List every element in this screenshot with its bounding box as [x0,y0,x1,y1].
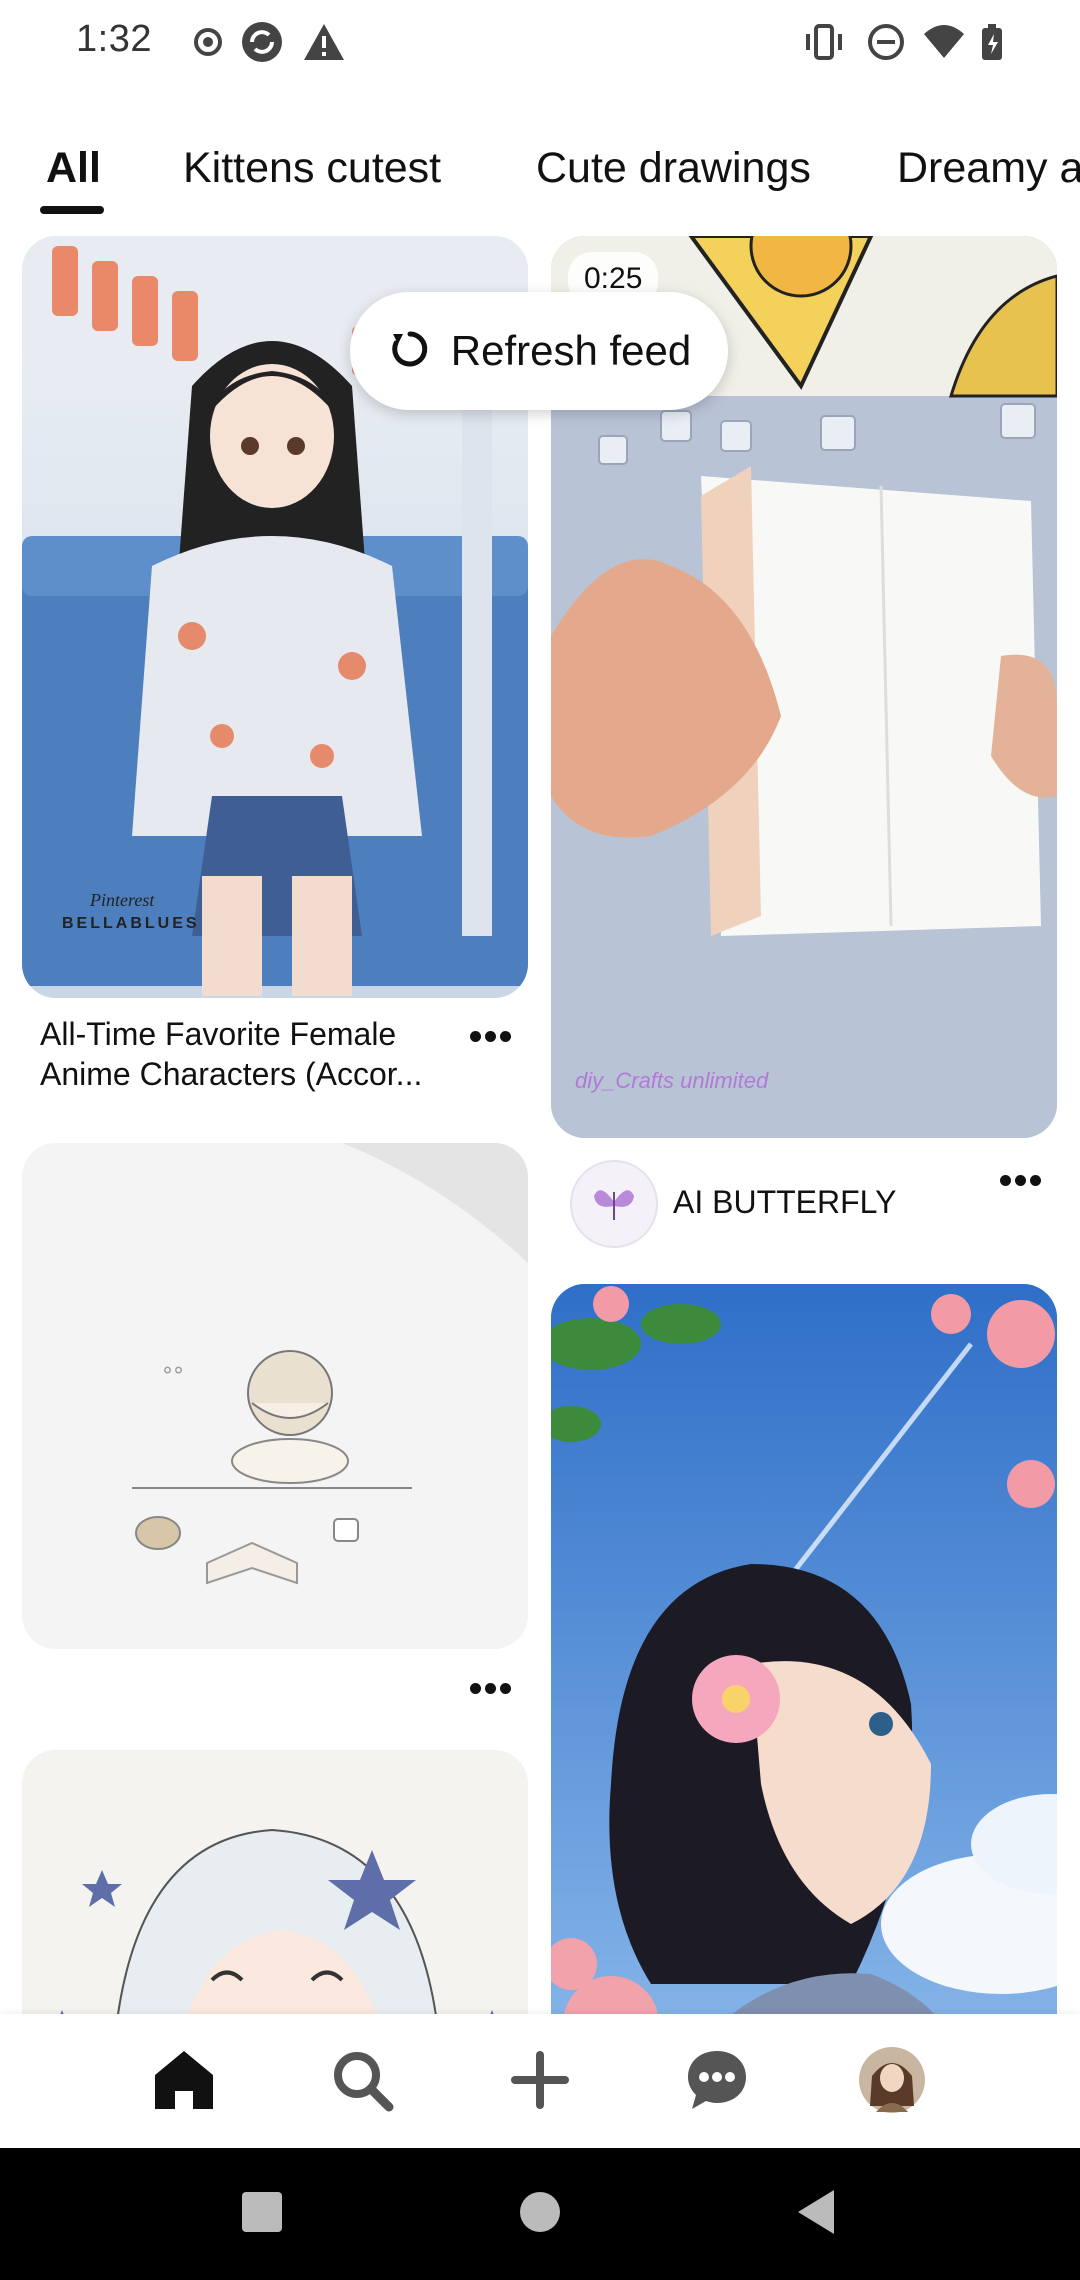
status-bar: 1:32 [0,0,1080,90]
messages-icon[interactable] [681,2044,753,2116]
recent-apps-icon[interactable] [242,2192,282,2232]
pin-more-button[interactable] [460,1016,520,1056]
bottom-navigation [0,2014,1080,2148]
vibrate-icon [802,20,846,64]
pin-watermark-top: Pinterest [89,890,155,910]
pin-more-button[interactable] [990,1160,1050,1200]
pin-title[interactable]: All-Time Favorite Female Anime Character… [40,1014,460,1094]
tab-kittens-cutest[interactable]: Kittens cutest [183,144,441,193]
search-icon[interactable] [326,2044,398,2116]
refresh-feed-button[interactable]: Refresh feed [350,292,728,410]
pin-image-sleeping-drawing[interactable]: °° [22,1143,528,1649]
pin-more-button[interactable] [460,1668,520,1708]
creator-name[interactable]: AI BUTTERFLY [673,1184,896,1221]
home-icon[interactable] [148,2044,220,2116]
record-icon [186,20,230,64]
pin-image-sky-girl[interactable] [551,1284,1057,2080]
profile-avatar[interactable] [856,2044,928,2116]
board-tabs: All Kittens cutest Cute drawings Dreamy … [0,130,1080,220]
video-watermark: diy_Crafts unlimited [575,1068,769,1093]
do-not-disturb-icon [864,20,908,64]
tab-cute-drawings[interactable]: Cute drawings [536,144,811,193]
pin-watermark-bottom: BELLABLUES [62,915,200,932]
svg-text:°°: °° [162,1364,184,1389]
refresh-feed-label: Refresh feed [450,327,692,374]
sync-icon [240,20,284,64]
tab-dreamy[interactable]: Dreamy a [897,144,1080,193]
wifi-icon [922,20,966,64]
creator-avatar[interactable] [570,1160,658,1248]
refresh-icon [387,326,433,377]
system-navigation-bar [0,2148,1080,2280]
battery-icon [970,20,1014,64]
warning-icon [302,20,346,64]
home-button-icon[interactable] [520,2192,560,2232]
create-icon[interactable] [504,2044,576,2116]
tab-all[interactable]: All [46,144,101,193]
back-icon[interactable] [798,2190,834,2234]
active-tab-indicator [40,206,104,214]
status-time: 1:32 [76,18,152,60]
